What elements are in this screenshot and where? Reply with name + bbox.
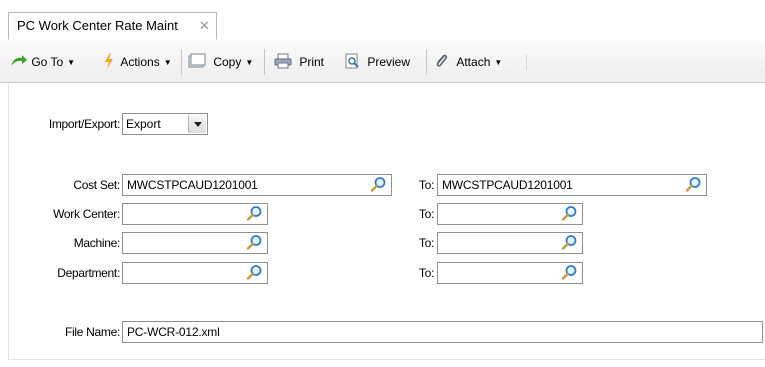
tab-pc-work-center-rate-maint[interactable]: PC Work Center Rate Maint ✕ [8, 12, 217, 40]
magnifier-icon[interactable] [246, 205, 263, 222]
import-export-value: Export [126, 117, 161, 131]
preview-label: Preview [367, 55, 411, 69]
preview-button[interactable]: Preview [344, 52, 410, 72]
machine-to-label: To: [418, 236, 434, 250]
printer-icon [274, 53, 292, 69]
chevron-down-icon: ▼ [67, 58, 76, 67]
chevron-down-icon[interactable] [188, 115, 206, 133]
cost-set-label: Cost Set: [73, 178, 120, 192]
file-name-label: File Name: [64, 325, 120, 339]
toolbar-separator [181, 49, 182, 75]
toolbar-separator [264, 49, 265, 75]
print-button[interactable]: Print [274, 52, 324, 72]
preview-icon [345, 53, 359, 69]
magnifier-icon[interactable] [561, 264, 578, 281]
copy-icon [188, 53, 206, 68]
actions-label: Actions [120, 55, 160, 69]
cost-set-to-value: MWCSTPCAUD1201001 [442, 178, 573, 192]
cost-set-from-input[interactable]: MWCSTPCAUD1201001 [122, 174, 392, 196]
attach-label: Attach [456, 55, 491, 69]
file-name-input[interactable]: PC-WCR-012.xml [122, 321, 763, 343]
magnifier-icon[interactable] [685, 176, 702, 193]
import-export-label: Import/Export: [48, 117, 120, 131]
magnifier-icon[interactable] [370, 176, 387, 193]
close-icon[interactable]: ✕ [199, 13, 210, 39]
actions-button[interactable]: Actions ▼ [104, 52, 172, 72]
department-to-label: To: [418, 266, 434, 280]
file-name-value: PC-WCR-012.xml [127, 325, 220, 339]
goto-button[interactable]: Go To ▼ [10, 52, 75, 72]
magnifier-icon[interactable] [246, 264, 263, 281]
panel-border-bottom [8, 359, 765, 360]
department-label: Department: [57, 266, 120, 280]
toolbar-separator [426, 49, 427, 75]
toolbar-separator [526, 54, 527, 70]
import-export-select[interactable]: Export [122, 113, 208, 135]
paperclip-icon [436, 54, 448, 67]
panel-border-left [8, 84, 9, 359]
chevron-down-icon: ▼ [494, 58, 503, 67]
attach-button[interactable]: Attach ▼ [433, 52, 502, 72]
chevron-down-icon: ▼ [163, 58, 172, 67]
work-center-to-label: To: [418, 207, 434, 221]
tab-strip: PC Work Center Rate Maint ✕ [0, 0, 765, 42]
lightning-icon [105, 53, 113, 69]
cost-set-to-input[interactable]: MWCSTPCAUD1201001 [437, 174, 707, 196]
goto-label: Go To [31, 55, 64, 69]
tab-title: PC Work Center Rate Maint [17, 18, 178, 33]
chevron-down-icon: ▼ [245, 58, 254, 67]
machine-label: Machine: [73, 236, 121, 250]
magnifier-icon[interactable] [561, 205, 578, 222]
print-label: Print [299, 55, 325, 69]
toolbar: Go To ▼ Actions ▼ Copy ▼ Print Preview A… [0, 41, 765, 83]
magnifier-icon[interactable] [561, 234, 578, 251]
magnifier-icon[interactable] [246, 234, 263, 251]
copy-label: Copy [213, 55, 242, 69]
green-arrow-icon [11, 55, 27, 66]
copy-button[interactable]: Copy ▼ [188, 52, 253, 72]
cost-set-to-label: To: [418, 178, 434, 192]
cost-set-from-value: MWCSTPCAUD1201001 [127, 178, 258, 192]
work-center-label: Work Center: [53, 207, 120, 221]
